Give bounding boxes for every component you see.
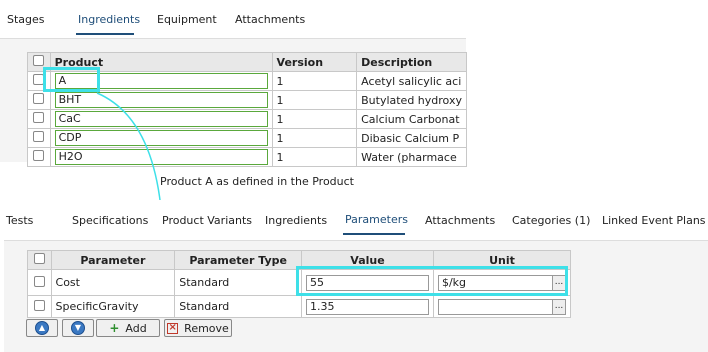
arrow-up-icon: ▲: [35, 321, 49, 335]
row-checkbox[interactable]: [33, 299, 45, 311]
add-button[interactable]: + Add: [96, 319, 160, 337]
unit-input[interactable]: ...: [437, 298, 566, 315]
move-up-button[interactable]: ▲: [26, 319, 58, 337]
column-header-parameter[interactable]: Parameter: [50, 250, 176, 270]
parameters-table: Parameter Parameter Type Value Unit Cost…: [27, 250, 572, 318]
parameter-type-cell: Standard: [174, 295, 303, 318]
column-header-parameter-type[interactable]: Parameter Type: [174, 250, 303, 270]
value-input[interactable]: 55: [306, 274, 429, 291]
add-icon: +: [109, 321, 120, 335]
tab-attachments[interactable]: Attachments: [425, 214, 495, 227]
parameter-name-cell: Cost: [50, 269, 176, 296]
remove-button[interactable]: × Remove: [164, 319, 232, 337]
column-header-unit[interactable]: Unit: [432, 250, 572, 270]
bottom-panel: Tests Specifications Product Variants In…: [4, 200, 708, 352]
tab-ingredients[interactable]: Ingredients: [265, 214, 327, 227]
annotation-caption: Product A as defined in the Product: [160, 175, 354, 188]
bottom-tab-bar: Tests Specifications Product Variants In…: [4, 200, 708, 241]
unit-picker-button[interactable]: ...: [552, 275, 565, 290]
unit-input[interactable]: $/kg...: [437, 274, 566, 291]
table-row: Cost Standard 55 $/kg...: [27, 269, 572, 296]
select-all-header[interactable]: [27, 250, 52, 270]
tab-categories[interactable]: Categories (1): [512, 214, 590, 227]
table-header-row: Parameter Parameter Type Value Unit: [27, 250, 572, 270]
tab-tests[interactable]: Tests: [6, 214, 33, 227]
remove-button-label: Remove: [184, 321, 229, 335]
add-button-label: Add: [125, 321, 147, 335]
tab-product-variants[interactable]: Product Variants: [162, 214, 252, 227]
tab-parameters[interactable]: Parameters: [345, 213, 408, 226]
row-checkbox[interactable]: [33, 275, 45, 287]
select-all-checkbox[interactable]: [33, 253, 45, 264]
table-row: SpecificGravity Standard 1.35 ...: [27, 295, 572, 318]
tab-linked-event-plans[interactable]: Linked Event Plans: [602, 214, 706, 227]
unit-picker-button[interactable]: ...: [552, 299, 565, 314]
remove-icon: ×: [167, 321, 179, 334]
move-down-button[interactable]: ▼: [62, 319, 94, 337]
tab-specifications[interactable]: Specifications: [72, 214, 148, 227]
active-tab-underline: [343, 233, 405, 235]
arrow-down-icon: ▼: [71, 321, 85, 335]
parameter-type-cell: Standard: [174, 269, 303, 296]
parameter-name-cell: SpecificGravity: [50, 295, 176, 318]
unit-value: $/kg: [441, 275, 467, 289]
value-input[interactable]: 1.35: [306, 298, 429, 315]
column-header-value[interactable]: Value: [301, 250, 434, 270]
